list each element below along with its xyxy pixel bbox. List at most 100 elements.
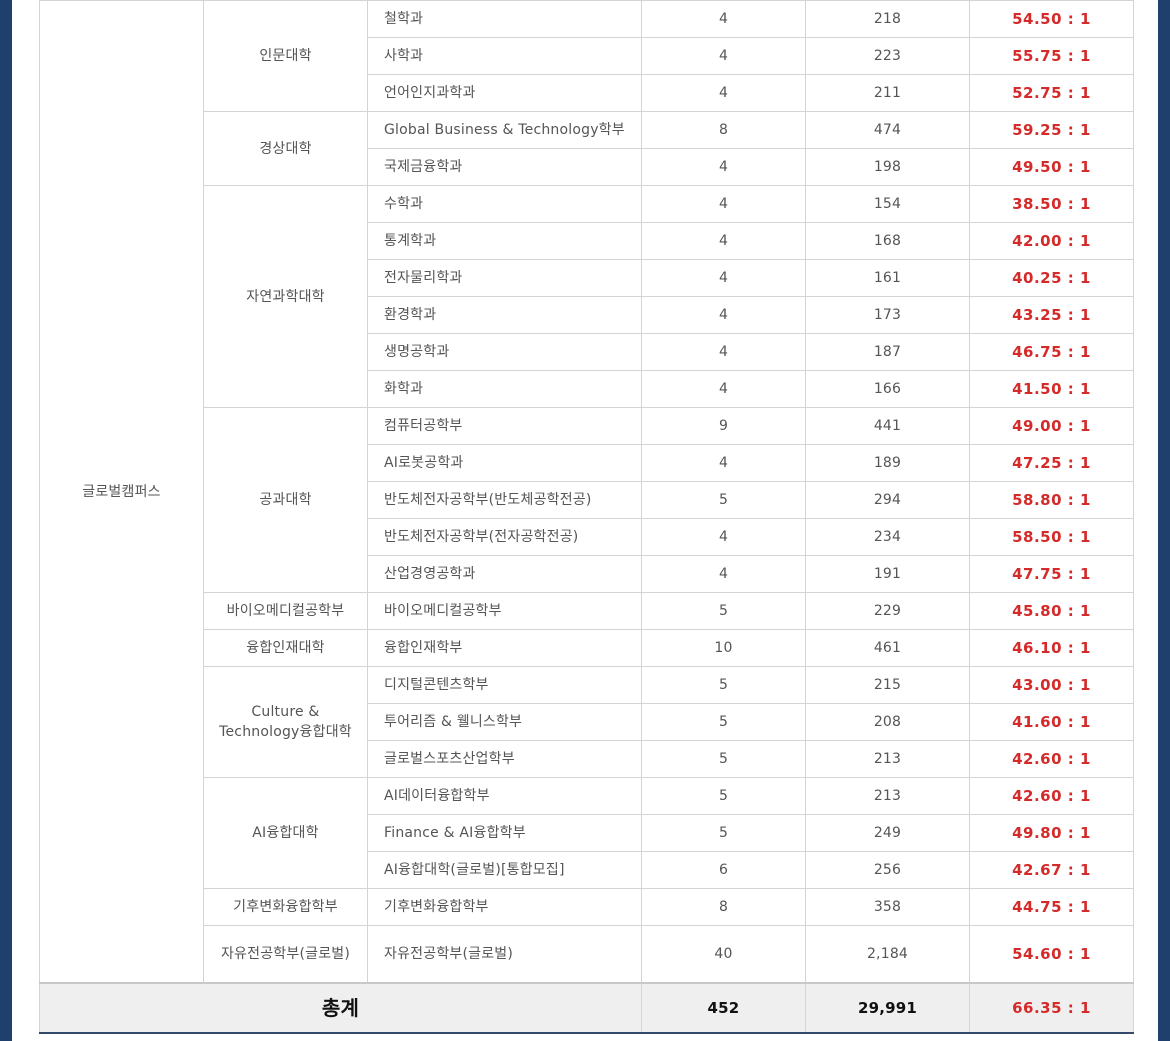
table-row: AI융합대학 AI데이터융합학부 5 213 42.60 : 1	[40, 777, 1134, 889]
ratio-cell: 38.50 : 1	[969, 185, 1134, 223]
department-cell: 디지털콘텐츠학부	[367, 666, 642, 704]
quota-cell: 8	[641, 111, 806, 149]
quota-cell: 5	[641, 592, 806, 630]
ratio-cell: 54.60 : 1	[969, 925, 1134, 984]
department-cell: Finance & AI융합학부	[367, 814, 642, 852]
ratio-cell: 43.00 : 1	[969, 666, 1134, 704]
department-cell: 철학과	[367, 0, 642, 38]
total-quota: 452	[641, 982, 806, 1034]
quota-cell: 9	[641, 407, 806, 445]
quota-cell: 4	[641, 148, 806, 186]
applicants-cell: 218	[805, 0, 970, 38]
applicants-cell: 249	[805, 814, 970, 852]
applicants-cell: 208	[805, 703, 970, 741]
table-row: 글로벌캠퍼스 인문대학 철학과 4 218 54.50 : 1	[39, 0, 1134, 984]
total-row: 총계 452 29,991 66.35 : 1	[39, 982, 1134, 1034]
campus-cell: 글로벌캠퍼스	[39, 0, 204, 984]
ratio-cell: 44.75 : 1	[969, 888, 1134, 926]
applicants-cell: 234	[805, 518, 970, 556]
table-row: 경상대학 Global Business & Technology학부 8 474 59…	[40, 111, 1134, 186]
quota-cell: 4	[641, 444, 806, 482]
college-cell: AI융합대학	[203, 777, 368, 889]
ratio-cell: 49.00 : 1	[969, 407, 1134, 445]
department-cell: 사학과	[367, 37, 642, 75]
department-cell: AI데이터융합학부	[367, 777, 642, 815]
competition-ratio-table: 글로벌캠퍼스 인문대학 철학과 4 218 54.50 : 1 사학과 4 223 55.75 :…	[39, 0, 1134, 1034]
quota-cell: 4	[641, 37, 806, 75]
ratio-cell: 58.50 : 1	[969, 518, 1134, 556]
quota-cell: 40	[641, 925, 806, 984]
ratio-cell: 42.67 : 1	[969, 851, 1134, 889]
applicants-cell: 166	[805, 370, 970, 408]
quota-cell: 4	[641, 296, 806, 334]
applicants-cell: 215	[805, 666, 970, 704]
quota-cell: 5	[641, 777, 806, 815]
college-cell: 공과대학	[203, 407, 368, 593]
department-cell: 국제금융학과	[367, 148, 642, 186]
ratio-cell: 47.25 : 1	[969, 444, 1134, 482]
quota-cell: 4	[641, 370, 806, 408]
table-row: 융합인재대학 융합인재학부 10 461 46.10 : 1	[40, 629, 1134, 667]
ratio-cell: 45.80 : 1	[969, 592, 1134, 630]
table-row: 자연과학대학 수학과 4 154 38.50 : 1	[40, 185, 1134, 408]
applicants-cell: 358	[805, 888, 970, 926]
quota-cell: 6	[641, 851, 806, 889]
ratio-cell: 54.50 : 1	[969, 0, 1134, 38]
department-cell: Global Business & Technology학부	[367, 111, 642, 149]
applicants-cell: 294	[805, 481, 970, 519]
applicants-cell: 189	[805, 444, 970, 482]
ratio-cell: 46.75 : 1	[969, 333, 1134, 371]
quota-cell: 5	[641, 814, 806, 852]
department-cell: 반도체전자공학부(반도체공학전공)	[367, 481, 642, 519]
applicants-cell: 223	[805, 37, 970, 75]
college-cell: 자유전공학부(글로벌)	[203, 925, 368, 984]
quota-cell: 5	[641, 666, 806, 704]
table-row: 자유전공학부(글로벌) 자유전공학부(글로벌) 40 2,184 54.60 : 1	[40, 925, 1134, 984]
applicants-cell: 154	[805, 185, 970, 223]
ratio-cell: 59.25 : 1	[969, 111, 1134, 149]
table-row: 바이오메디컬공학부 바이오메디컬공학부 5 229 45.80 : 1	[40, 592, 1134, 630]
total-applicants: 29,991	[805, 982, 970, 1034]
applicants-cell: 461	[805, 629, 970, 667]
department-cell: 생명공학과	[367, 333, 642, 371]
department-cell: 통계학과	[367, 222, 642, 260]
applicants-cell: 213	[805, 740, 970, 778]
ratio-cell: 42.60 : 1	[969, 777, 1134, 815]
quota-cell: 4	[641, 555, 806, 593]
department-cell: 글로벌스포츠산업학부	[367, 740, 642, 778]
applicants-cell: 2,184	[805, 925, 970, 984]
applicants-cell: 213	[805, 777, 970, 815]
quota-cell: 4	[641, 185, 806, 223]
ratio-cell: 41.60 : 1	[969, 703, 1134, 741]
applicants-cell: 168	[805, 222, 970, 260]
department-cell: 수학과	[367, 185, 642, 223]
total-label: 총계	[39, 982, 642, 1034]
applicants-cell: 173	[805, 296, 970, 334]
ratio-cell: 55.75 : 1	[969, 37, 1134, 75]
table-row: Culture & Technology융합대학 디지털콘텐츠학부 5 215 43.0…	[40, 666, 1134, 778]
quota-cell: 5	[641, 703, 806, 741]
department-cell: AI융합대학(글로벌)[통합모집]	[367, 851, 642, 889]
college-cell: 기후변화융합학부	[203, 888, 368, 926]
department-cell: 기후변화융합학부	[367, 888, 642, 926]
ratio-cell: 58.80 : 1	[969, 481, 1134, 519]
college-cell: 자연과학대학	[203, 185, 368, 408]
ratio-cell: 42.00 : 1	[969, 222, 1134, 260]
quota-cell: 4	[641, 222, 806, 260]
department-cell: 반도체전자공학부(전자공학전공)	[367, 518, 642, 556]
department-cell: 자유전공학부(글로벌)	[367, 925, 642, 984]
department-cell: 바이오메디컬공학부	[367, 592, 642, 630]
ratio-cell: 47.75 : 1	[969, 555, 1134, 593]
applicants-cell: 198	[805, 148, 970, 186]
quota-cell: 4	[641, 518, 806, 556]
quota-cell: 4	[641, 74, 806, 112]
applicants-cell: 161	[805, 259, 970, 297]
college-cell: 융합인재대학	[203, 629, 368, 667]
quota-cell: 5	[641, 740, 806, 778]
quota-cell: 4	[641, 259, 806, 297]
department-cell: 전자물리학과	[367, 259, 642, 297]
ratio-cell: 49.80 : 1	[969, 814, 1134, 852]
ratio-cell: 49.50 : 1	[969, 148, 1134, 186]
applicants-cell: 187	[805, 333, 970, 371]
quota-cell: 4	[641, 333, 806, 371]
